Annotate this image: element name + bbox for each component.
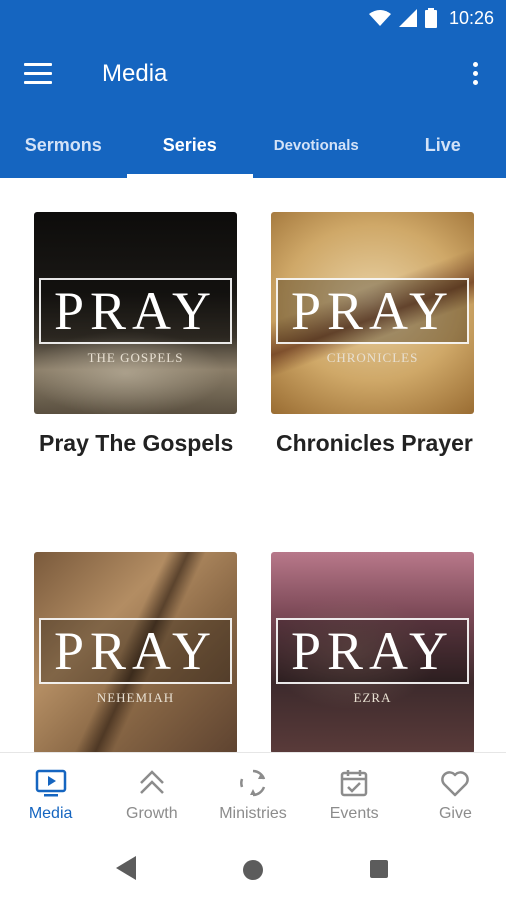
series-card-ezra[interactable]: PRAY EZRA <box>271 552 474 754</box>
series-artwork[interactable]: PRAY THE GOSPELS <box>34 212 237 414</box>
calendar-check-icon <box>340 770 368 797</box>
heart-icon <box>441 771 470 797</box>
bottom-navigation: Media Growth Ministries Events Give <box>0 752 506 839</box>
cycle-arrows-icon <box>240 769 266 797</box>
wifi-icon <box>368 10 391 26</box>
nav-media[interactable]: Media <box>0 753 101 839</box>
nav-label: Media <box>28 805 73 822</box>
series-card-pray-the-gospels[interactable]: PRAY THE GOSPELS Pray The Gospels <box>34 212 237 458</box>
series-artwork[interactable]: PRAY CHRONICLES <box>271 212 474 414</box>
nav-label: Ministries <box>219 805 287 822</box>
series-card-chronicles-prayer[interactable]: PRAY CHRONICLES Chronicles Prayer <box>271 212 474 458</box>
nav-label: Give <box>438 805 472 822</box>
status-bar: 10:26 <box>0 0 506 36</box>
artwork-subtitle: CHRONICLES <box>326 350 419 365</box>
recent-apps-icon[interactable] <box>370 860 388 878</box>
series-title[interactable]: Pray The Gospels <box>34 428 237 458</box>
pray-title-frame: PRAY <box>276 278 469 344</box>
tab-series[interactable]: Series <box>126 112 254 178</box>
media-play-icon <box>35 769 66 797</box>
artwork-subtitle: EZRA <box>353 690 392 705</box>
chevrons-up-icon <box>139 770 164 794</box>
clock: 10:26 <box>448 7 494 28</box>
nav-ministries[interactable]: Ministries <box>202 753 303 839</box>
tab-live[interactable]: Live <box>380 112 506 178</box>
series-artwork[interactable]: PRAY EZRA <box>271 552 474 754</box>
hamburger-menu-icon[interactable] <box>24 63 52 85</box>
series-card-nehemiah[interactable]: PRAY NEHEMIAH <box>34 552 237 754</box>
pray-title-frame: PRAY <box>276 618 469 684</box>
page-title: Media <box>102 60 168 87</box>
cell-signal-icon <box>398 9 417 27</box>
nav-events[interactable]: Events <box>304 753 405 839</box>
series-artwork[interactable]: PRAY NEHEMIAH <box>34 552 237 754</box>
back-icon[interactable] <box>116 856 136 880</box>
tab-sermons[interactable]: Sermons <box>0 112 127 178</box>
system-navigation-bar <box>0 838 506 900</box>
pray-title-frame: PRAY <box>39 278 232 344</box>
artwork-subtitle: THE GOSPELS <box>87 350 184 365</box>
battery-icon <box>424 8 437 28</box>
tab-devotionals[interactable]: Devotionals <box>253 112 380 178</box>
artwork-subtitle: NEHEMIAH <box>96 690 175 705</box>
pray-title-frame: PRAY <box>39 618 232 684</box>
app-bar: Media <box>0 36 506 112</box>
more-vertical-icon[interactable] <box>472 62 480 88</box>
tab-bar: Sermons Series Devotionals Live <box>0 112 506 178</box>
home-icon[interactable] <box>243 860 263 880</box>
nav-label: Events <box>329 805 379 822</box>
series-title[interactable]: Chronicles Prayer <box>271 428 474 458</box>
nav-growth[interactable]: Growth <box>101 753 202 839</box>
nav-label: Growth <box>126 805 178 822</box>
nav-give[interactable]: Give <box>405 753 506 839</box>
